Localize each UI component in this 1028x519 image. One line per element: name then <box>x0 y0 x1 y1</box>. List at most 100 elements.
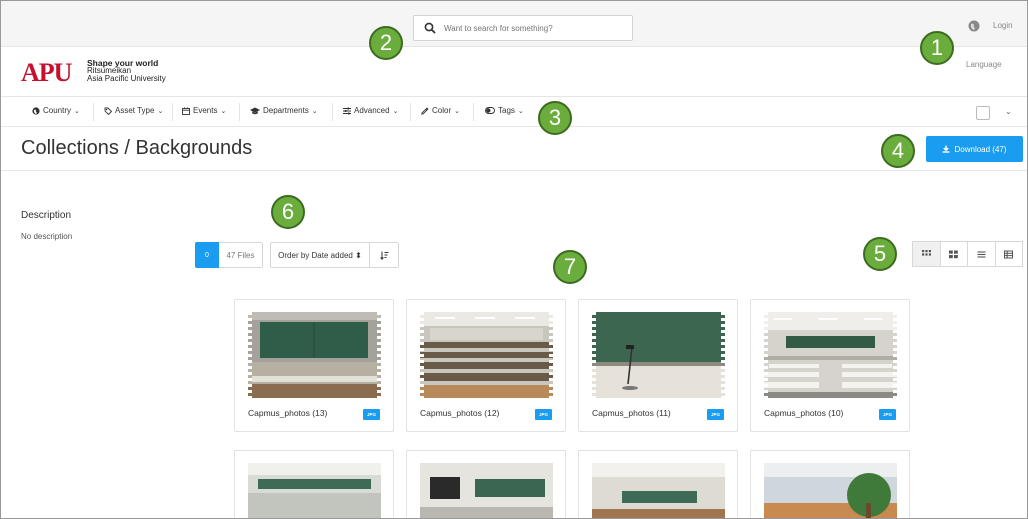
chevron-down-icon: ⌄ <box>517 107 524 115</box>
filter-events[interactable]: Events ⌄ <box>182 106 226 115</box>
chevron-down-icon: ⌄ <box>311 107 318 115</box>
select-all-checkbox[interactable] <box>976 106 990 120</box>
file-name[interactable]: Capmus_photos (13) <box>248 408 327 418</box>
apu-logo[interactable]: APU <box>21 59 83 83</box>
file-thumbnail[interactable] <box>592 312 725 398</box>
search-icon <box>424 22 436 34</box>
file-thumbnail[interactable] <box>764 463 897 518</box>
tagline-name-2: Asia Pacific University <box>87 74 166 83</box>
file-card[interactable]: Capmus_photos (11) JPG <box>578 299 738 432</box>
chevron-down-icon: ⌄ <box>157 107 164 115</box>
login-link[interactable]: Login <box>993 21 1013 30</box>
callout-marker: 5 <box>863 237 897 271</box>
filter-departments-label: Departments <box>263 106 309 115</box>
file-thumbnail[interactable] <box>420 463 553 518</box>
filter-advanced[interactable]: Advanced ⌄ <box>343 106 398 115</box>
divider <box>172 103 173 121</box>
filter-advanced-label: Advanced <box>354 106 390 115</box>
file-thumbnail[interactable] <box>420 312 553 398</box>
divider <box>332 103 333 121</box>
file-name[interactable]: Capmus_photos (10) <box>764 408 843 418</box>
filter-country-label: Country <box>43 106 72 115</box>
page-title: Collections / Backgrounds <box>21 137 253 159</box>
tag-icon <box>104 107 112 115</box>
filter-asset-type[interactable]: Asset Type ⌄ <box>104 106 163 115</box>
file-card[interactable]: Capmus_photos (10) JPG <box>750 299 910 432</box>
language-selector[interactable]: Language <box>966 60 1002 69</box>
view-list-button[interactable] <box>967 241 996 267</box>
chevron-down-icon: ⌄ <box>74 107 80 115</box>
chevron-down-icon: ⌄ <box>220 107 227 115</box>
graduation-cap-icon <box>250 107 260 114</box>
grid-small-icon <box>921 249 931 256</box>
filter-country[interactable]: Country ⌄ <box>32 106 80 115</box>
calendar-icon <box>182 107 190 115</box>
files-count: 47 Files <box>219 242 263 268</box>
view-mode-group <box>912 241 1023 267</box>
file-name[interactable]: Capmus_photos (12) <box>420 408 499 418</box>
top-bar: Login <box>1 1 1027 47</box>
sliders-icon <box>343 107 351 114</box>
chevron-down-icon[interactable]: ⌄ <box>1005 107 1012 116</box>
divider <box>473 103 474 121</box>
file-thumbnail[interactable] <box>592 463 725 518</box>
callout-marker: 2 <box>369 26 403 60</box>
list-icon <box>977 250 986 258</box>
callout-marker: 3 <box>538 101 572 135</box>
order-dropdown[interactable]: Order by Date added ⬍ <box>270 242 370 268</box>
file-card[interactable] <box>578 450 738 518</box>
view-large-grid-button[interactable] <box>939 241 968 267</box>
file-card[interactable]: Capmus_photos (13) JPG <box>234 299 394 432</box>
toggle-icon <box>485 107 495 114</box>
file-type-badge: JPG <box>879 409 896 420</box>
filter-departments[interactable]: Departments ⌄ <box>250 106 318 115</box>
filter-bar: Country ⌄ Asset Type ⌄ Events ⌄ Departme… <box>1 97 1027 127</box>
filter-color-label: Color <box>432 106 452 115</box>
file-type-badge: JPG <box>535 409 552 420</box>
table-icon <box>1004 250 1014 258</box>
filter-color[interactable]: Color ⌄ <box>421 106 460 115</box>
file-card[interactable] <box>750 450 910 518</box>
sort-icon <box>379 251 388 260</box>
divider <box>93 103 94 121</box>
file-thumbnail[interactable] <box>764 312 897 398</box>
description-text: No description <box>21 232 73 241</box>
file-thumbnail[interactable] <box>248 312 381 398</box>
download-label: Download (47) <box>954 144 1007 154</box>
eyedropper-icon <box>421 107 429 115</box>
file-thumbnail[interactable] <box>248 463 381 518</box>
download-button[interactable]: Download (47) <box>926 136 1023 162</box>
callout-marker: 1 <box>920 31 954 65</box>
globe-icon <box>32 106 40 115</box>
download-icon <box>942 145 950 153</box>
chevron-down-icon: ⌄ <box>454 107 460 115</box>
file-type-badge: JPG <box>707 409 724 420</box>
file-type-badge: JPG <box>363 409 380 420</box>
description-heading: Description <box>21 210 72 221</box>
selected-count-badge[interactable]: 0 <box>195 242 219 268</box>
file-card[interactable] <box>406 450 566 518</box>
filter-tags-label: Tags <box>498 106 515 115</box>
file-card[interactable]: Capmus_photos (12) JPG <box>406 299 566 432</box>
chevron-down-icon: ⌄ <box>392 107 399 115</box>
sort-direction-button[interactable] <box>369 242 399 268</box>
callout-marker: 4 <box>881 134 915 168</box>
divider <box>239 103 240 121</box>
view-table-button[interactable] <box>994 241 1023 267</box>
search-input[interactable] <box>444 23 624 33</box>
file-name[interactable]: Capmus_photos (11) <box>592 408 671 418</box>
search-box[interactable] <box>413 15 633 41</box>
brand-bar: APU Shape your world Ritsumeikan Asia Pa… <box>1 47 1027 97</box>
callout-marker: 7 <box>553 250 587 284</box>
filter-tags[interactable]: Tags ⌄ <box>485 106 524 115</box>
grid-large-icon <box>949 250 959 258</box>
view-small-grid-button[interactable] <box>912 241 941 267</box>
page: Login APU Shape your world Ritsumeikan A… <box>0 0 1028 519</box>
globe-icon[interactable] <box>968 20 980 32</box>
brand-tagline: Shape your world Ritsumeikan Asia Pacifi… <box>87 59 166 83</box>
callout-marker: 6 <box>271 195 305 229</box>
filter-events-label: Events <box>193 106 218 115</box>
filter-asset-type-label: Asset Type <box>115 106 155 115</box>
file-card[interactable] <box>234 450 394 518</box>
divider <box>410 103 411 121</box>
